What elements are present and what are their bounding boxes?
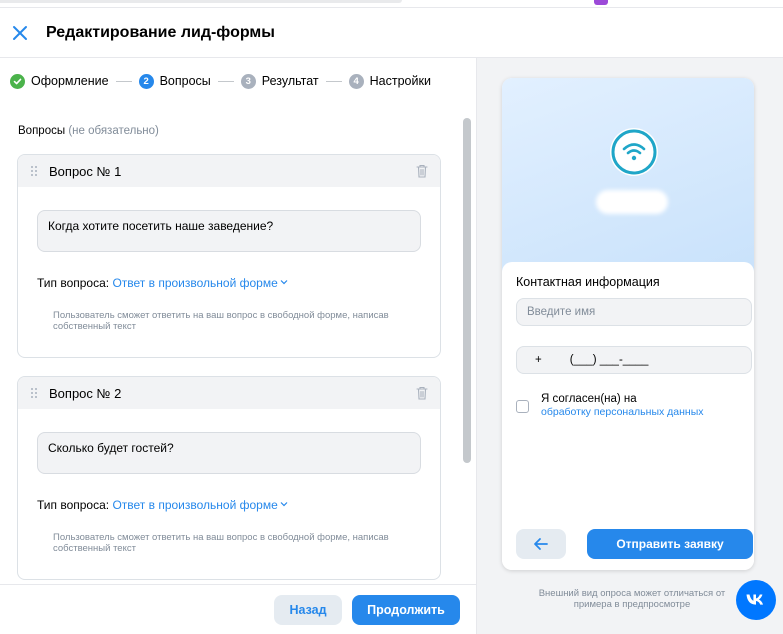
preview-note: Внешний вид опроса может отличаться от п… (538, 588, 726, 610)
consent-text: Я согласен(на) на обработку персональных… (541, 393, 704, 419)
chevron-down-icon (280, 280, 288, 285)
step-label: Результат (261, 74, 319, 88)
step-questions[interactable]: 2 Вопросы (138, 73, 211, 89)
question-text-input[interactable]: Сколько будет гостей? (37, 432, 421, 474)
editor-panel: Оформление 2 Вопросы 3 Результат 4 Настр… (0, 58, 476, 634)
questions-scroll-area[interactable]: Вопросы (не обязательно) Вопрос № 1 Когд… (0, 104, 460, 584)
step-number: 2 (138, 73, 154, 89)
browser-extension-remnant (594, 0, 608, 5)
question-card-header: Вопрос № 2 (18, 377, 440, 409)
phone-input[interactable]: + (___) ___-____ (516, 346, 752, 374)
question-type-label: Тип вопроса: (37, 276, 110, 290)
close-icon[interactable] (11, 24, 29, 42)
step-result[interactable]: 3 Результат (240, 73, 319, 89)
preview-panel: Контактная информация Введите имя + (___… (477, 58, 783, 634)
step-separator (325, 80, 342, 82)
step-number: 3 (240, 73, 256, 89)
step-design[interactable]: Оформление (10, 73, 109, 89)
step-number: 4 (348, 73, 364, 89)
question-type-row: Тип вопроса: Ответ в произвольной форме (37, 498, 288, 512)
name-input[interactable]: Введите имя (516, 298, 752, 326)
step-label: Настройки (369, 74, 431, 88)
form-preview: Контактная информация Введите имя + (___… (502, 78, 754, 570)
question-type-hint: Пользователь сможет ответить на ваш вопр… (53, 532, 389, 554)
step-separator (217, 80, 234, 82)
preview-back-button[interactable] (516, 529, 566, 559)
question-type-dropdown[interactable]: Ответ в произвольной форме (112, 276, 288, 290)
questions-section-title: Вопросы (не обязательно) (18, 125, 159, 137)
vk-messenger-button[interactable] (736, 580, 776, 620)
phone-plus: + (535, 354, 542, 366)
modal-header: Редактирование лид-формы (0, 8, 783, 58)
browser-tab-remnant (0, 0, 402, 3)
question-type-label: Тип вопроса: (37, 498, 110, 512)
question-type-dropdown[interactable]: Ответ в произвольной форме (112, 498, 288, 512)
trash-icon[interactable] (416, 164, 428, 178)
step-label: Вопросы (159, 74, 211, 88)
scrollbar[interactable] (463, 118, 471, 463)
question-card: Вопрос № 2 Сколько будет гостей? Тип воп… (17, 376, 441, 580)
step-label: Оформление (31, 74, 109, 88)
step-settings[interactable]: 4 Настройки (348, 73, 431, 89)
preview-cover (502, 78, 754, 273)
consent-checkbox[interactable] (516, 400, 529, 413)
wifi-icon (611, 129, 657, 175)
stepper: Оформление 2 Вопросы 3 Результат 4 Настр… (0, 58, 460, 104)
chevron-down-icon (280, 502, 288, 507)
contact-info-title: Контактная информация (516, 275, 660, 289)
page-title: Редактирование лид-формы (46, 24, 275, 41)
trash-icon[interactable] (416, 386, 428, 400)
community-avatar (610, 128, 658, 176)
arrow-left-icon (534, 538, 548, 550)
question-title: Вопрос № 1 (49, 164, 122, 179)
question-card: Вопрос № 1 Когда хотите посетить наше за… (17, 154, 441, 358)
vk-logo-icon (746, 594, 763, 605)
contact-form-sheet: Контактная информация Введите имя + (___… (502, 262, 754, 570)
phone-mask: (___) ___-____ (569, 354, 649, 366)
question-card-header: Вопрос № 1 (18, 155, 440, 187)
check-icon (10, 73, 25, 89)
consent-row: Я согласен(на) на обработку персональных… (516, 393, 746, 419)
question-type-row: Тип вопроса: Ответ в произвольной форме (37, 276, 288, 290)
personal-data-link[interactable]: обработку персональных данных (541, 406, 704, 419)
optional-label: (не обязательно) (68, 125, 159, 137)
continue-button[interactable]: Продолжить (352, 595, 460, 625)
drag-handle-icon[interactable] (30, 165, 38, 177)
question-title: Вопрос № 2 (49, 386, 122, 401)
editor-footer: Назад Продолжить (0, 584, 476, 634)
community-name-blurred (600, 194, 664, 210)
back-button[interactable]: Назад (274, 595, 342, 625)
question-text-input[interactable]: Когда хотите посетить наше заведение? (37, 210, 421, 252)
step-separator (115, 80, 132, 82)
question-type-hint: Пользователь сможет ответить на ваш вопр… (53, 310, 389, 332)
submit-request-button[interactable]: Отправить заявку (587, 529, 753, 559)
drag-handle-icon[interactable] (30, 387, 38, 399)
browser-top-strip (0, 0, 783, 8)
